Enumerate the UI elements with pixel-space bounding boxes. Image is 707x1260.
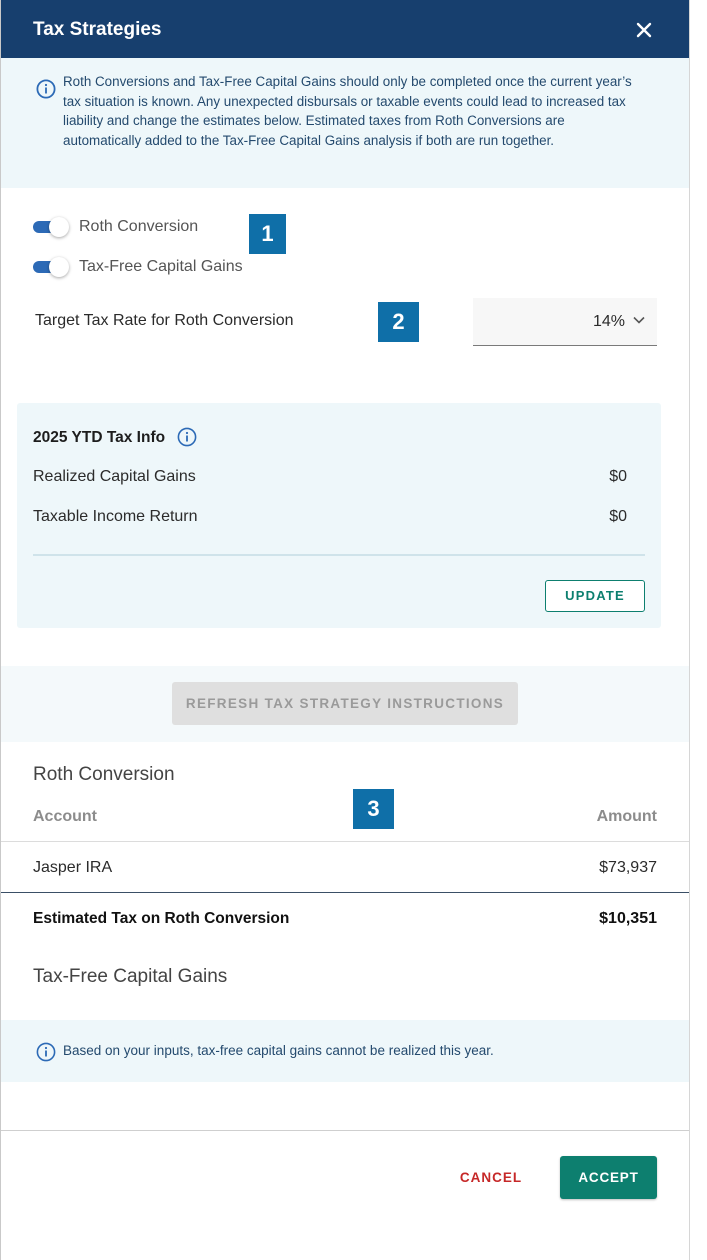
realized-capital-gains-value: $0 (609, 468, 627, 485)
capital-gains-message: Based on your inputs, tax-free capital g… (63, 1043, 494, 1058)
roth-account-amount: $73,937 (599, 859, 657, 876)
capital-gains-section-title: Tax-Free Capital Gains (33, 966, 228, 987)
roth-account-name: Jasper IRA (33, 859, 113, 876)
accept-button[interactable]: ACCEPT (560, 1156, 657, 1199)
roth-conversion-toggle-label: Roth Conversion (79, 218, 199, 235)
target-tax-rate-label: Target Tax Rate for Roth Conversion (35, 312, 294, 329)
capital-gains-toggle-label: Tax-Free Capital Gains (79, 258, 243, 275)
info-banner-text: Roth Conversions and Tax-Free Capital Ga… (63, 74, 632, 148)
estimated-tax-value: $10,351 (599, 910, 657, 927)
capital-gains-toggle[interactable] (33, 257, 69, 277)
refresh-tax-strategy-button: REFRESH TAX STRATEGY INSTRUCTIONS (172, 682, 518, 725)
info-icon (36, 1042, 56, 1067)
taxable-income-return-label: Taxable Income Return (33, 508, 198, 525)
cancel-button[interactable]: CANCEL (451, 1165, 531, 1191)
divider (33, 554, 645, 556)
panel-title: Tax Strategies (33, 19, 162, 40)
callout-badge-2: 2 (378, 302, 419, 342)
panel-header: Tax Strategies (1, 0, 689, 58)
roth-conversion-toggle[interactable] (33, 217, 69, 237)
update-button[interactable]: UPDATE (545, 580, 645, 612)
ytd-tax-info-title: 2025 YTD Tax Info (33, 429, 166, 446)
amount-column-header: Amount (596, 808, 657, 825)
callout-badge-3: 3 (353, 789, 394, 829)
footer-divider (1, 1130, 689, 1131)
realized-capital-gains-label: Realized Capital Gains (33, 468, 196, 485)
divider (1, 892, 689, 893)
chevron-down-icon (633, 316, 645, 324)
close-icon[interactable] (632, 18, 656, 42)
tax-strategies-panel: Tax Strategies Roth Conversions and Tax-… (1, 0, 689, 1260)
info-icon (36, 79, 56, 104)
target-tax-rate-value: 14% (592, 313, 625, 330)
divider (1, 841, 689, 842)
info-icon[interactable] (177, 427, 197, 447)
taxable-income-return-value: $0 (609, 508, 627, 525)
target-tax-rate-select[interactable]: 14% (473, 298, 657, 346)
roth-conversion-section-title: Roth Conversion (33, 764, 175, 785)
estimated-tax-label: Estimated Tax on Roth Conversion (33, 910, 290, 927)
callout-badge-1: 1 (249, 214, 286, 254)
account-column-header: Account (33, 808, 97, 825)
